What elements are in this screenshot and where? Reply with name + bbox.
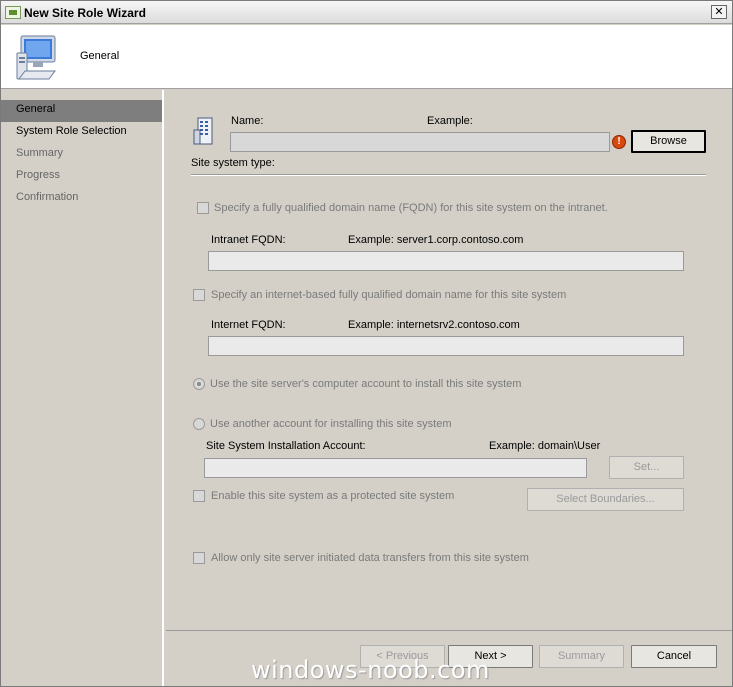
wizard-app-icon <box>5 6 21 19</box>
cancel-button[interactable]: Cancel <box>631 645 717 668</box>
select-boundaries-button[interactable]: Select Boundaries... <box>527 488 684 511</box>
sidebar-item-summary: Summary <box>16 147 64 159</box>
watermark: windows-noob.com <box>251 656 490 684</box>
error-icon: ! <box>612 135 626 149</box>
wizard-steps-sidebar: General System Role Selection Summary Pr… <box>1 90 164 686</box>
browse-button[interactable]: Browse <box>631 130 706 153</box>
name-example-label: Example: <box>427 115 473 127</box>
computer-icon <box>16 35 56 80</box>
intranet-fqdn-example: Example: server1.corp.contoso.com <box>348 234 524 246</box>
sidebar-item-general[interactable]: General <box>1 100 162 122</box>
summary-button[interactable]: Summary <box>539 645 624 668</box>
allow-server-transfers-checkbox-label: Allow only site server initiated data tr… <box>211 552 529 564</box>
protected-site-checkbox[interactable] <box>193 490 205 502</box>
intranet-fqdn-label: Intranet FQDN: <box>211 234 286 246</box>
set-account-button[interactable]: Set... <box>609 456 684 479</box>
sidebar-item-progress: Progress <box>16 169 61 181</box>
use-other-account-radio[interactable] <box>193 418 205 430</box>
installation-account-input[interactable] <box>204 458 587 478</box>
sidebar-item-confirmation: Confirmation <box>16 191 79 203</box>
protected-site-checkbox-label: Enable this site system as a protected s… <box>211 490 455 502</box>
use-server-account-radio[interactable] <box>193 378 205 390</box>
wizard-header: General <box>1 25 732 89</box>
separator <box>191 174 706 176</box>
internet-fqdn-checkbox-label: Specify an internet-based fully qualifie… <box>211 289 567 301</box>
installation-account-example: Example: domain\User <box>489 440 601 452</box>
window-title: New Site Role Wizard <box>24 6 146 20</box>
title-bar: New Site Role Wizard ✕ <box>1 1 732 24</box>
internet-fqdn-label: Internet FQDN: <box>211 319 286 331</box>
internet-fqdn-example: Example: internetsrv2.contoso.com <box>348 319 520 331</box>
intranet-fqdn-checkbox[interactable] <box>197 202 209 214</box>
name-label: Name: <box>231 115 264 127</box>
site-system-type-label: Site system type: <box>191 157 275 169</box>
close-button[interactable]: ✕ <box>711 5 727 19</box>
internet-fqdn-input[interactable] <box>208 336 684 356</box>
sidebar-item-system-role-selection[interactable]: System Role Selection <box>1 122 162 144</box>
use-server-account-label: Use the site server's computer account t… <box>210 378 522 390</box>
general-page: Name: Example: ! Browse Site system type… <box>166 90 732 630</box>
server-icon <box>193 117 213 145</box>
internet-fqdn-checkbox[interactable] <box>193 289 205 301</box>
page-title: General <box>80 50 120 62</box>
wizard-window: New Site Role Wizard ✕ General General S… <box>0 0 733 687</box>
intranet-fqdn-checkbox-label: Specify a fully qualified domain name (F… <box>214 202 608 214</box>
installation-account-label: Site System Installation Account: <box>206 440 366 452</box>
name-input[interactable] <box>230 132 610 152</box>
allow-server-transfers-checkbox[interactable] <box>193 552 205 564</box>
intranet-fqdn-input[interactable] <box>208 251 684 271</box>
use-other-account-label: Use another account for installing this … <box>210 418 452 430</box>
